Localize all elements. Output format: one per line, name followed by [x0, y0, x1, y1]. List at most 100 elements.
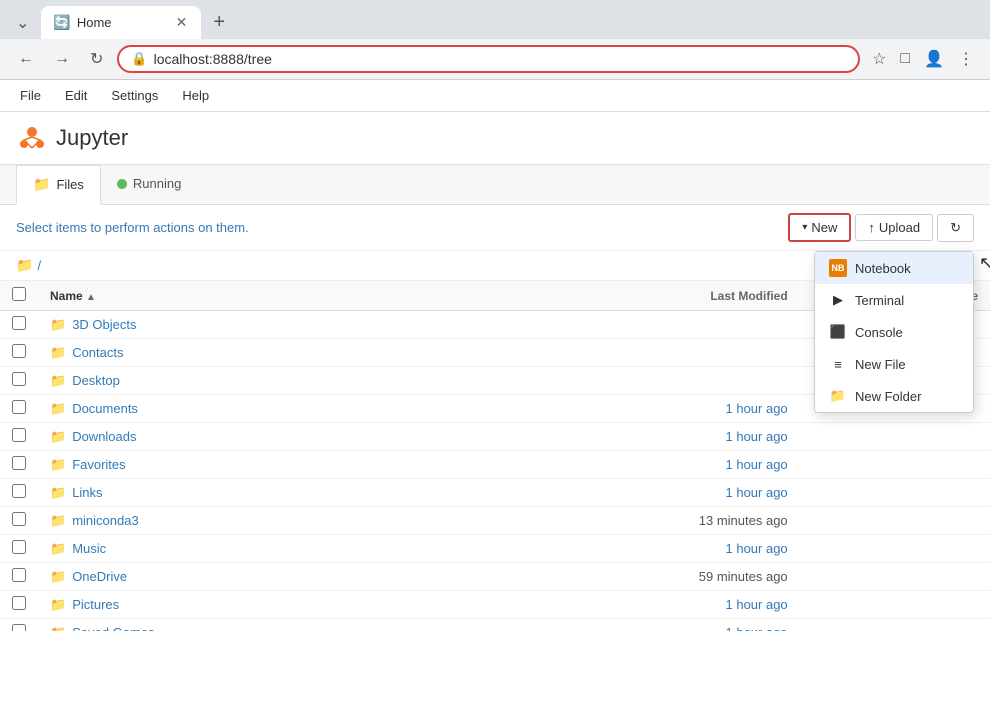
extensions-button[interactable]: □ [896, 45, 914, 73]
row-name-cell: 📁Pictures [38, 591, 608, 619]
row-checkbox[interactable] [12, 568, 26, 582]
sort-arrow-icon: ▲ [86, 292, 96, 303]
row-checkbox-cell [0, 451, 38, 479]
jupyter-title: Jupyter [56, 125, 128, 151]
menu-settings[interactable]: Settings [107, 84, 162, 107]
folder-icon: 📁 [50, 485, 66, 500]
app-menu-bar: File Edit Settings Help [0, 80, 990, 112]
row-name-cell: 📁Contacts [38, 339, 608, 367]
info-text: Select items to perform [16, 220, 150, 235]
tab-title: Home [77, 15, 168, 30]
row-checkbox[interactable] [12, 512, 26, 526]
row-size-cell [800, 507, 990, 535]
forward-button[interactable]: → [48, 46, 76, 72]
row-checkbox[interactable] [12, 624, 26, 631]
files-folder-icon: 📁 [33, 176, 50, 193]
upload-button[interactable]: ↑ Upload [855, 214, 933, 241]
main-content: 📁 Files Running Select items to perform … [0, 165, 990, 631]
row-modified-cell: 1 hour ago [608, 395, 800, 423]
file-name-link[interactable]: Favorites [72, 457, 125, 472]
file-name-link[interactable]: Documents [72, 401, 138, 416]
menu-button[interactable]: ⋮ [954, 45, 978, 73]
dropdown-terminal-label: Terminal [855, 293, 904, 308]
dropdown-item-newfolder[interactable]: 📁 New Folder [815, 380, 973, 412]
row-name-cell: 📁 Downloads [38, 423, 608, 451]
url-input[interactable] [154, 51, 846, 67]
active-tab[interactable]: 🔄 Home ✕ [41, 6, 201, 39]
row-checkbox[interactable] [12, 400, 26, 414]
row-checkbox[interactable] [12, 484, 26, 498]
dropdown-item-terminal[interactable]: ▶ Terminal [815, 284, 973, 316]
browser-chrome: ⌄ 🔄 Home ✕ + ← → ↻ 🔒 ☆ □ 👤 ⋮ [0, 0, 990, 80]
dropdown-item-console[interactable]: ⬛ Console [815, 316, 973, 348]
row-checkbox-cell [0, 395, 38, 423]
row-checkbox-cell [0, 367, 38, 395]
new-button-label: New [811, 220, 837, 235]
tab-nav-left[interactable]: ⌄ [8, 9, 37, 37]
row-checkbox-cell [0, 535, 38, 563]
new-button[interactable]: ▾ New [788, 213, 851, 242]
row-size-cell [800, 423, 990, 451]
row-name-cell: 📁 OneDrive [38, 563, 608, 591]
row-checkbox[interactable] [12, 456, 26, 470]
row-checkbox[interactable] [12, 316, 26, 330]
name-column-header[interactable]: Name ▲ [38, 281, 608, 311]
row-checkbox[interactable] [12, 540, 26, 554]
row-size-cell [800, 451, 990, 479]
file-name-link[interactable]: Saved Games [72, 625, 154, 632]
row-name-cell: 📁Desktop [38, 367, 608, 395]
refresh-button[interactable]: ↻ [84, 45, 109, 73]
newfile-icon: ≡ [829, 355, 847, 373]
back-button[interactable]: ← [12, 46, 40, 72]
new-tab-button[interactable]: + [205, 7, 233, 38]
file-name-link[interactable]: Music [72, 541, 106, 556]
menu-file[interactable]: File [16, 84, 45, 107]
row-size-cell [800, 479, 990, 507]
table-row: 📁Music 1 hour ago [0, 535, 990, 563]
profile-button[interactable]: 👤 [920, 45, 948, 73]
info-link[interactable]: actions [153, 220, 194, 235]
tab-close-button[interactable]: ✕ [174, 12, 190, 33]
dropdown-item-newfile[interactable]: ≡ New File [815, 348, 973, 380]
row-checkbox-cell [0, 479, 38, 507]
row-checkbox[interactable] [12, 344, 26, 358]
file-name-link[interactable]: miniconda3 [72, 513, 139, 528]
tab-running[interactable]: Running [101, 166, 197, 203]
modified-column-header[interactable]: Last Modified [608, 281, 800, 311]
folder-icon: 📁 [50, 429, 66, 444]
file-name-link[interactable]: Contacts [72, 345, 123, 360]
menu-help[interactable]: Help [178, 84, 213, 107]
folder-icon: 📁 [50, 569, 66, 584]
file-name-link[interactable]: OneDrive [72, 569, 127, 584]
url-container: 🔒 [117, 45, 860, 73]
select-all-checkbox[interactable] [12, 287, 26, 301]
file-name-link[interactable]: Pictures [72, 597, 119, 612]
menu-edit[interactable]: Edit [61, 84, 91, 107]
cursor-indicator: ↖ [979, 253, 990, 274]
tab-running-label: Running [133, 176, 181, 191]
tab-bar: ⌄ 🔄 Home ✕ + [0, 0, 990, 39]
table-row: 📁Pictures 1 hour ago [0, 591, 990, 619]
row-modified-cell [608, 311, 800, 339]
row-size-cell [800, 619, 990, 632]
file-name-link[interactable]: Links [72, 485, 102, 500]
folder-icon: 📁 [50, 317, 66, 332]
file-name-link[interactable]: Downloads [72, 429, 136, 444]
row-modified-cell: 1 hour ago [608, 591, 800, 619]
row-modified-cell [608, 339, 800, 367]
breadcrumb[interactable]: / [37, 258, 41, 273]
tab-files[interactable]: 📁 Files [16, 165, 101, 205]
row-checkbox-cell [0, 507, 38, 535]
dropdown-item-notebook[interactable]: NB Notebook [815, 252, 973, 284]
row-checkbox[interactable] [12, 596, 26, 610]
bookmark-button[interactable]: ☆ [868, 45, 890, 73]
row-checkbox[interactable] [12, 372, 26, 386]
file-name-link[interactable]: 3D Objects [72, 317, 136, 332]
file-name-link[interactable]: Desktop [72, 373, 120, 388]
refresh-button-toolbar[interactable]: ↻ [937, 214, 974, 242]
row-modified-cell: 1 hour ago [608, 619, 800, 632]
upload-button-label: Upload [879, 220, 920, 235]
dropdown-console-label: Console [855, 325, 903, 340]
upload-icon: ↑ [868, 220, 875, 235]
row-checkbox[interactable] [12, 428, 26, 442]
